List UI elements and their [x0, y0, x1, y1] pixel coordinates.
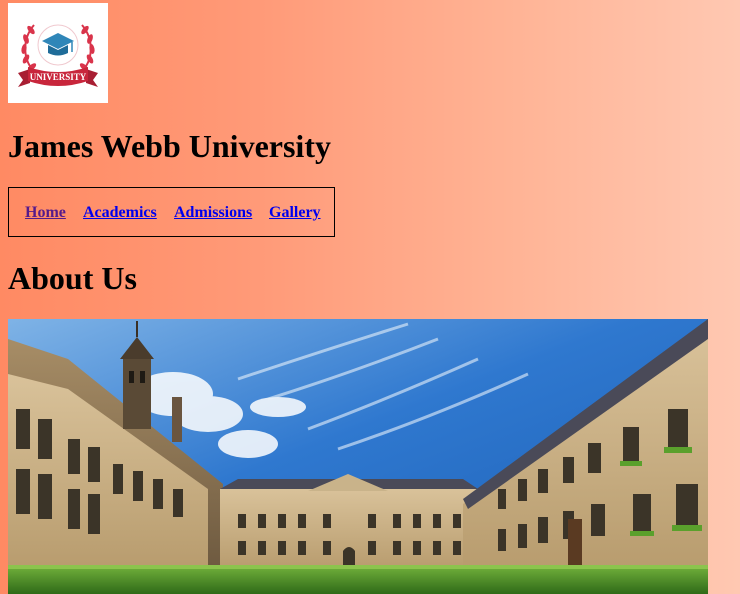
university-logo: UNIVERSITY [8, 3, 108, 103]
nav-link-admissions[interactable]: Admissions [174, 204, 252, 221]
logo-text: UNIVERSITY [30, 72, 87, 82]
nav-item-admissions: Admissions [174, 204, 252, 222]
site-title: James Webb University [8, 128, 331, 164]
nav-link-home[interactable]: Home [25, 204, 66, 221]
main-navigation: Home Academics Admissions Gallery [8, 187, 335, 237]
nav-item-home: Home [25, 204, 66, 222]
nav-link-academics[interactable]: Academics [83, 204, 157, 221]
nav-item-academics: Academics [83, 204, 157, 222]
campus-photo [8, 319, 708, 594]
nav-link-gallery[interactable]: Gallery [269, 204, 321, 221]
nav-item-gallery: Gallery [269, 204, 321, 222]
about-heading: About Us [8, 260, 137, 296]
